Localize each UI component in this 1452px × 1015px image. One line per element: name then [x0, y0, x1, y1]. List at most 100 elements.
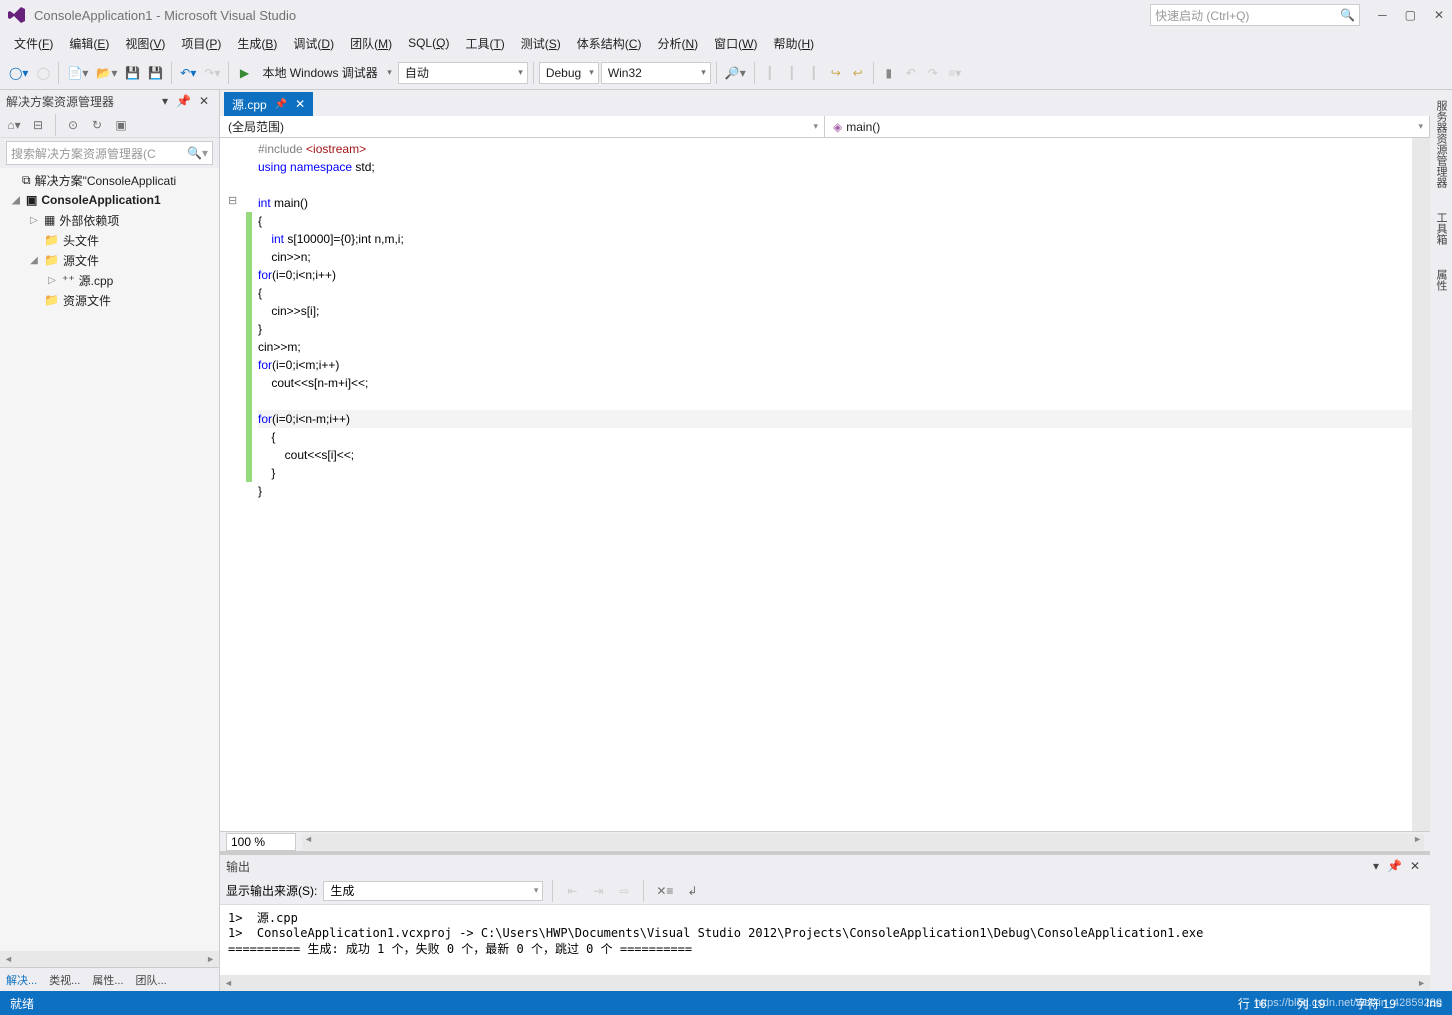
sync-icon[interactable]: ⊙ [63, 114, 83, 136]
menubar: 文件(F)编辑(E)视图(V)项目(P)生成(B)调试(D)团队(M)SQL(Q… [0, 30, 1452, 56]
sidebar-bottom-tabs: 解决...类视...属性...团队... [0, 967, 219, 991]
collapse-icon[interactable]: ⊟ [28, 114, 48, 136]
zoom-combo[interactable]: 100 % [226, 833, 296, 851]
start-debug-button[interactable]: ▶ [234, 62, 254, 84]
save-button[interactable]: 💾 [122, 62, 143, 84]
right-tab[interactable]: 属性 [1431, 263, 1451, 297]
new-project-button[interactable]: 📄▾ [64, 62, 91, 84]
wrap-icon[interactable]: ↲ [682, 880, 702, 902]
output-toolbar: 显示输出来源(S): 生成 ⇤ ⇥ ⇨ ✕≡ ↲ [220, 877, 1430, 905]
menu-item[interactable]: 项目(P) [175, 33, 227, 54]
goto-next-icon[interactable]: ⇥ [588, 880, 608, 902]
misc2-icon[interactable]: ↶ [901, 62, 921, 84]
open-button[interactable]: 📂▾ [93, 62, 120, 84]
nav-fwd-button[interactable]: ◯ [33, 62, 53, 84]
menu-item[interactable]: 文件(F) [8, 33, 59, 54]
solution-tree[interactable]: ⧉ 解决方案"ConsoleApplicati ◢▣ ConsoleApplic… [0, 168, 219, 951]
bookmark-icon[interactable]: ┃ [804, 62, 824, 84]
step-icon[interactable]: ↪ [826, 62, 846, 84]
solution-explorer-title: 解决方案资源管理器 [6, 93, 114, 110]
show-all-icon[interactable]: ▣ [111, 114, 131, 136]
tree-headers[interactable]: 📁 头文件 [0, 230, 219, 250]
menu-item[interactable]: 团队(M) [344, 33, 398, 54]
menu-item[interactable]: 帮助(H) [767, 33, 820, 54]
pin-icon[interactable]: 📌 [176, 94, 191, 108]
output-hscrollbar[interactable]: ◄► [220, 975, 1430, 991]
redo-button[interactable]: ↷▾ [201, 62, 223, 84]
editor-gutter: ⊟ [220, 138, 254, 831]
right-tab[interactable]: 工具箱 [1431, 206, 1451, 251]
menu-item[interactable]: SQL(Q) [402, 34, 455, 52]
goto-icon[interactable]: ⇨ [614, 880, 634, 902]
output-close-icon[interactable]: ✕ [1410, 859, 1420, 873]
home-icon[interactable]: ⌂▾ [4, 114, 24, 136]
tree-solution-root[interactable]: ⧉ 解决方案"ConsoleApplicati [0, 170, 219, 190]
tree-external-deps[interactable]: ▷▦ 外部依赖项 [0, 210, 219, 230]
menu-item[interactable]: 生成(B) [231, 33, 283, 54]
maximize-icon[interactable]: ▢ [1405, 8, 1416, 22]
sidebar-bottom-tab[interactable]: 类视... [43, 970, 86, 990]
save-all-button[interactable]: 💾 [145, 62, 166, 84]
tree-resources[interactable]: 📁 资源文件 [0, 290, 219, 310]
comment-icon[interactable]: ┃ [760, 62, 780, 84]
refresh-icon[interactable]: ↻ [87, 114, 107, 136]
scope-combo[interactable]: (全局范围) [220, 116, 825, 137]
output-body[interactable]: 1> 源.cpp 1> ConsoleApplication1.vcxproj … [220, 905, 1430, 975]
sidebar-bottom-tab[interactable]: 属性... [86, 970, 129, 990]
quick-launch-input[interactable]: 快速启动 (Ctrl+Q) 🔍 [1150, 4, 1360, 26]
output-title: 输出 [226, 858, 250, 875]
editor-hscrollbar[interactable] [302, 834, 1424, 850]
solution-search-input[interactable]: 搜索解决方案资源管理器(C 🔍▾ [6, 141, 213, 165]
code-content[interactable]: #include <iostream>using namespace std; … [254, 138, 1412, 831]
panel-close-icon[interactable]: ✕ [199, 94, 209, 108]
tree-sources[interactable]: ◢📁 源文件 [0, 250, 219, 270]
window-title: ConsoleApplication1 - Microsoft Visual S… [34, 8, 1150, 23]
undo-button[interactable]: ↶▾ [177, 62, 199, 84]
output-pin-icon[interactable]: 📌 [1387, 859, 1402, 873]
tree-project[interactable]: ◢▣ ConsoleApplication1 [0, 190, 219, 210]
clear-output-icon[interactable]: ✕≡ [653, 880, 676, 902]
pin-tab-icon[interactable]: 📌 [275, 99, 287, 110]
editor-vscrollbar[interactable] [1412, 138, 1430, 831]
misc3-icon[interactable]: ↷ [923, 62, 943, 84]
find-in-files-icon[interactable]: 🔎▾ [722, 62, 749, 84]
menu-item[interactable]: 工具(T) [459, 33, 510, 54]
config-debug-combo[interactable]: Debug [539, 62, 599, 84]
output-header: 输出 ▾ 📌 ✕ [220, 855, 1430, 877]
sidebar-bottom-tab[interactable]: 团队... [130, 970, 173, 990]
misc4-icon[interactable]: ≡▾ [945, 62, 965, 84]
sidebar-bottom-tab[interactable]: 解决... [0, 970, 43, 990]
tree-source-file[interactable]: ▷⁺⁺ 源.cpp [0, 270, 219, 290]
goto-prev-icon[interactable]: ⇤ [562, 880, 582, 902]
function-combo[interactable]: ◈main() [825, 116, 1430, 137]
step-out-icon[interactable]: ↩ [848, 62, 868, 84]
nav-back-button[interactable]: ◯▾ [6, 62, 31, 84]
menu-item[interactable]: 体系结构(C) [571, 33, 648, 54]
uncomment-icon[interactable]: ┃ [782, 62, 802, 84]
misc1-icon[interactable]: ▮ [879, 62, 899, 84]
dropdown-icon[interactable]: ▾ [162, 94, 168, 108]
doc-tab-source[interactable]: 源.cpp 📌 ✕ [224, 92, 313, 116]
close-tab-icon[interactable]: ✕ [295, 97, 305, 111]
right-tab[interactable]: 服务器资源管理器 [1431, 94, 1451, 194]
search-icon: 🔍 [1340, 8, 1355, 22]
nav-bar: (全局范围) ◈main() [220, 116, 1430, 138]
menu-item[interactable]: 编辑(E) [63, 33, 115, 54]
menu-item[interactable]: 调试(D) [287, 33, 340, 54]
output-dropdown-icon[interactable]: ▾ [1373, 859, 1379, 873]
menu-item[interactable]: 测试(S) [515, 33, 567, 54]
statusbar: 就绪 行 16 列 19 https://blog.csdn.net/weixi… [0, 991, 1452, 1015]
minimize-icon[interactable]: ─ [1378, 8, 1387, 22]
config-platform-combo[interactable]: Win32 [601, 62, 711, 84]
menu-item[interactable]: 视图(V) [119, 33, 171, 54]
sidebar-hscrollbar[interactable]: ◄► [0, 951, 219, 967]
config-auto-combo[interactable]: 自动 [398, 62, 528, 84]
code-editor[interactable]: ⊟ #include <iostream>using namespace std… [220, 138, 1430, 831]
close-icon[interactable]: ✕ [1434, 8, 1444, 22]
output-source-combo[interactable]: 生成 [323, 881, 543, 901]
search-icon: 🔍▾ [187, 146, 208, 160]
debugger-target-combo[interactable]: 本地 Windows 调试器 [256, 62, 395, 84]
menu-item[interactable]: 窗口(W) [708, 33, 763, 54]
menu-item[interactable]: 分析(N) [651, 33, 704, 54]
solution-explorer-toolbar: ⌂▾ ⊟ ⊙ ↻ ▣ [0, 112, 219, 138]
